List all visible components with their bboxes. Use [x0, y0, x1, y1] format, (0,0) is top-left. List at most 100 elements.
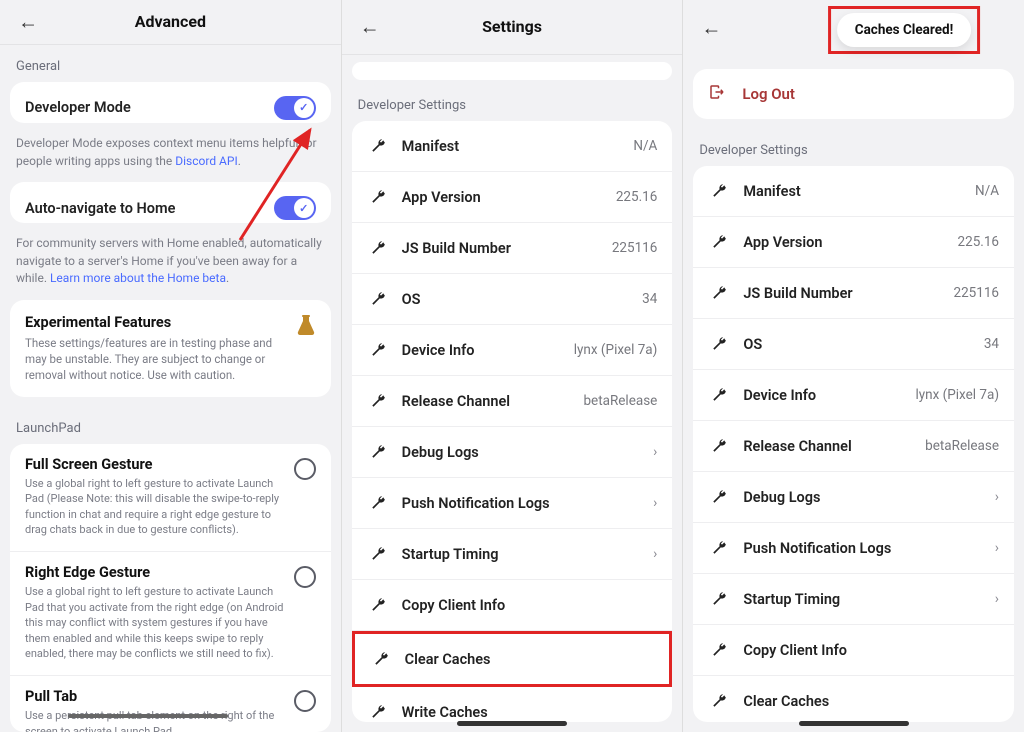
nav-indicator	[799, 721, 909, 726]
release-channel-row[interactable]: Release ChannelbetaRelease	[693, 421, 1014, 472]
wrench-icon	[370, 648, 392, 670]
developer-settings-label: Developer Settings	[342, 84, 683, 121]
wrench-icon	[708, 180, 730, 202]
page-title: Advanced	[135, 12, 206, 31]
radio-unchecked[interactable]	[294, 690, 316, 712]
developer-mode-card: Developer Mode ✓	[10, 82, 331, 123]
header: ← Advanced	[0, 0, 341, 45]
app-version-row[interactable]: App Version225.16	[693, 217, 1014, 268]
general-section-label: General	[0, 45, 341, 82]
developer-settings-label: Developer Settings	[683, 129, 1024, 166]
startup-timing-row[interactable]: Startup Timing›	[352, 529, 673, 580]
auto-navigate-toggle[interactable]: ✓	[274, 196, 316, 220]
wrench-icon	[708, 435, 730, 457]
auto-navigate-card: Auto-navigate to Home ✓	[10, 182, 331, 223]
logout-icon	[708, 83, 728, 105]
wrench-icon	[708, 537, 730, 559]
manifest-row[interactable]: ManifestN/A	[352, 121, 673, 172]
push-logs-row[interactable]: Push Notification Logs›	[693, 523, 1014, 574]
header: ← Settings	[342, 0, 683, 55]
wrench-icon	[367, 288, 389, 310]
js-build-row[interactable]: JS Build Number225116	[693, 268, 1014, 319]
wrench-icon	[708, 231, 730, 253]
wrench-icon	[708, 690, 730, 712]
launchpad-card: Full Screen Gesture Use a global right t…	[10, 444, 331, 732]
chevron-right-icon: ›	[995, 540, 999, 556]
wrench-icon	[367, 492, 389, 514]
auto-navigate-help: For community servers with Home enabled,…	[0, 233, 341, 299]
developer-mode-toggle[interactable]: ✓	[274, 96, 316, 120]
device-info-row[interactable]: Device Infolynx (Pixel 7a)	[693, 370, 1014, 421]
manifest-row[interactable]: ManifestN/A	[693, 166, 1014, 217]
back-arrow-icon[interactable]: ←	[18, 9, 38, 34]
push-logs-row[interactable]: Push Notification Logs›	[352, 478, 673, 529]
launchpad-fullscreen-row[interactable]: Full Screen Gesture Use a global right t…	[10, 444, 331, 553]
debug-logs-row[interactable]: Debug Logs›	[693, 472, 1014, 523]
auto-navigate-row[interactable]: Auto-navigate to Home ✓	[10, 182, 331, 223]
developer-settings-card: ManifestN/A App Version225.16 JS Build N…	[693, 166, 1014, 722]
radio-unchecked[interactable]	[294, 566, 316, 588]
copy-client-info-row[interactable]: Copy Client Info	[693, 625, 1014, 676]
back-arrow-icon[interactable]: ←	[360, 14, 380, 39]
wrench-icon	[367, 441, 389, 463]
wrench-icon	[708, 639, 730, 661]
os-row[interactable]: OS34	[693, 319, 1014, 370]
wrench-icon	[367, 543, 389, 565]
app-version-row[interactable]: App Version225.16	[352, 172, 673, 223]
logout-row[interactable]: Log Out	[693, 69, 1014, 119]
chevron-right-icon: ›	[653, 546, 657, 562]
advanced-panel: ← Advanced General Developer Mode ✓ Deve…	[0, 0, 342, 732]
chevron-right-icon: ›	[995, 489, 999, 505]
launchpad-section-label: LaunchPad	[0, 407, 341, 444]
release-channel-row[interactable]: Release ChannelbetaRelease	[352, 376, 673, 427]
wrench-icon	[367, 186, 389, 208]
scroll-indicator	[68, 714, 228, 718]
wrench-icon	[708, 384, 730, 406]
wrench-icon	[708, 588, 730, 610]
settings-panel: ← Settings Developer Settings ManifestN/…	[342, 0, 684, 732]
chevron-right-icon: ›	[653, 495, 657, 511]
wrench-icon	[367, 339, 389, 361]
caches-cleared-toast: Caches Cleared!	[837, 13, 972, 47]
developer-mode-row[interactable]: Developer Mode ✓	[10, 82, 331, 123]
toast-highlight: Caches Cleared!	[828, 6, 981, 54]
wrench-icon	[367, 701, 389, 722]
wrench-icon	[367, 390, 389, 412]
copy-client-info-row[interactable]: Copy Client Info	[352, 580, 673, 631]
settings-panel-cleared: ← Caches Cleared! Log Out Developer Sett…	[683, 0, 1024, 732]
startup-timing-row[interactable]: Startup Timing›	[693, 574, 1014, 625]
logout-label: Log Out	[742, 85, 795, 103]
back-arrow-icon[interactable]: ←	[701, 15, 721, 40]
debug-logs-row[interactable]: Debug Logs›	[352, 427, 673, 478]
device-info-row[interactable]: Device Infolynx (Pixel 7a)	[352, 325, 673, 376]
wrench-icon	[708, 486, 730, 508]
launchpad-pulltab-row[interactable]: Pull Tab Use a persistent pull tab eleme…	[10, 676, 331, 732]
experimental-desc: These settings/features are in testing p…	[25, 335, 275, 383]
home-beta-link[interactable]: Learn more about the Home beta	[50, 271, 226, 285]
clear-caches-row[interactable]: Clear Caches	[352, 631, 673, 687]
discord-api-link[interactable]: Discord API	[175, 154, 237, 168]
launchpad-rightedge-row[interactable]: Right Edge Gesture Use a global right to…	[10, 552, 331, 676]
auto-navigate-label: Auto-navigate to Home	[25, 200, 175, 217]
chevron-right-icon: ›	[653, 444, 657, 460]
chevron-right-icon: ›	[995, 591, 999, 607]
write-caches-row[interactable]: Write Caches	[352, 687, 673, 722]
developer-mode-help: Developer Mode exposes context menu item…	[0, 133, 341, 182]
wrench-icon	[367, 135, 389, 157]
radio-unchecked[interactable]	[294, 458, 316, 480]
nav-indicator	[457, 721, 567, 726]
wrench-icon	[367, 237, 389, 259]
page-title: Settings	[482, 17, 542, 36]
wrench-icon	[708, 333, 730, 355]
prev-card-tail	[352, 62, 673, 80]
developer-mode-label: Developer Mode	[25, 99, 131, 116]
experimental-title: Experimental Features	[25, 314, 275, 331]
clear-caches-row[interactable]: Clear Caches	[693, 676, 1014, 722]
wrench-icon	[708, 282, 730, 304]
developer-settings-card: ManifestN/A App Version225.16 JS Build N…	[352, 121, 673, 722]
js-build-row[interactable]: JS Build Number225116	[352, 223, 673, 274]
flask-icon	[296, 314, 316, 383]
os-row[interactable]: OS34	[352, 274, 673, 325]
logout-card: Log Out	[693, 69, 1014, 119]
experimental-features-card[interactable]: Experimental Features These settings/fea…	[10, 300, 331, 397]
